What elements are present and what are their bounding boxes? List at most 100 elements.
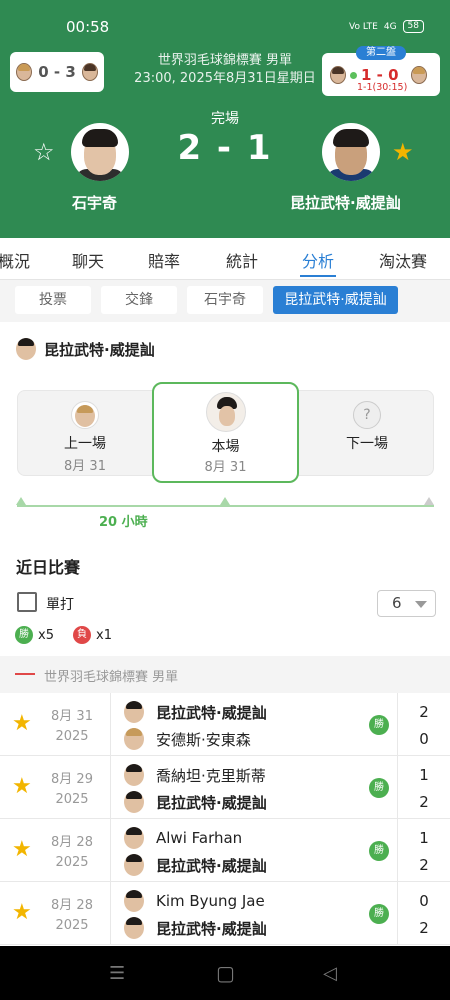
previous-match-score: 0 - 3 (38, 63, 76, 81)
tab-analysis[interactable]: 分析 (302, 248, 334, 272)
match-player2: 昆拉武特·威提訕 (124, 854, 267, 876)
tournament-header: 世界羽毛球錦標賽 男單 (0, 656, 450, 693)
favorite-star-icon[interactable]: ★ (12, 711, 32, 736)
match-date: 8月 29 2025 (51, 772, 93, 807)
match-row[interactable]: ★ 8月 28 2025 Alwi Farhan 昆拉武特·威提訕 勝 1 2 (0, 819, 450, 882)
match-date: 8月 28 2025 (51, 898, 93, 933)
tab-bar: 概況 聊天 賠率 統計 分析 淘汰賽 (0, 238, 450, 280)
match-row[interactable]: ★ 8月 28 2025 Kim Byung Jae 昆拉武特·威提訕 勝 0 2 (0, 882, 450, 945)
favorite-star-icon[interactable]: ★ (392, 140, 414, 164)
tab-chat[interactable]: 聊天 (72, 248, 104, 272)
status-time: 00:58 (66, 18, 110, 36)
singles-checkbox[interactable] (17, 592, 37, 612)
tournament-logo-icon (15, 671, 35, 677)
player-avatar (124, 917, 144, 939)
player-avatar (124, 854, 144, 876)
menu-icon[interactable]: ☰ (109, 963, 125, 984)
match-row[interactable]: ★ 8月 29 2025 喬納坦·克里斯蒂 昆拉武特·威提訕 勝 1 2 (0, 756, 450, 819)
back-icon[interactable]: ◁ (323, 963, 337, 984)
previous-match-card[interactable]: 0 - 3 (10, 52, 104, 92)
tab-overview[interactable]: 概況 (0, 248, 30, 272)
favorite-star-icon[interactable]: ★ (12, 837, 32, 862)
match-date: 8月 28 2025 (51, 835, 93, 870)
match-count-select[interactable]: 6 (377, 590, 436, 617)
system-nav-bar: ☰ ▢ ◁ (0, 946, 450, 1000)
current-match[interactable]: 本場 8月 31 (152, 382, 299, 483)
subtab-player1[interactable]: 石宇奇 (187, 286, 263, 314)
main-score: 2 - 1 (177, 128, 273, 168)
player-avatar (124, 827, 144, 849)
subtab-head-to-head[interactable]: 交鋒 (101, 286, 177, 314)
wins-count: x5 (38, 627, 54, 643)
focus-player-name: 昆拉武特·威提訕 (44, 340, 155, 359)
score-player2: 2 (419, 793, 429, 811)
event-info: 世界羽毛球錦標賽 男單 23:00, 2025年8月31日星期日 (130, 52, 320, 88)
player2-avatar[interactable] (322, 123, 380, 181)
score-player2: 2 (419, 919, 429, 937)
recent-matches-title: 近日比賽 (16, 558, 81, 577)
score-player1: 1 (419, 766, 429, 784)
score-player1: 0 (419, 892, 429, 910)
win-badge: 勝 (369, 841, 389, 861)
battery-icon: 58 (402, 20, 424, 33)
timeline-track (17, 505, 434, 507)
favorite-star-icon[interactable]: ★ (12, 900, 32, 925)
score-player1: 1 (419, 829, 429, 847)
favorite-star-icon[interactable]: ★ (12, 774, 32, 799)
score-player2: 2 (419, 856, 429, 874)
player1-avatar[interactable] (71, 123, 129, 181)
score-player1: 2 (419, 703, 429, 721)
losses-count: x1 (96, 627, 112, 643)
favorite-star-icon[interactable]: ☆ (33, 140, 55, 164)
live-match-card[interactable]: 第二盤 1 - 0 1-1(30:15) (322, 46, 440, 96)
tab-knockout[interactable]: 淘汰賽 (379, 248, 427, 272)
next-match[interactable]: ? 下一場 (302, 401, 432, 453)
match-status: 完場 (211, 111, 239, 127)
win-badge: 勝 (369, 715, 389, 735)
player-avatar (81, 63, 98, 81)
player-avatar (124, 701, 144, 723)
match-player1: 昆拉武特·威提訕 (124, 701, 267, 723)
timeline-marker (424, 497, 434, 505)
event-datetime: 23:00, 2025年8月31日星期日 (134, 71, 316, 86)
subtab-vote[interactable]: 投票 (15, 286, 91, 314)
home-icon[interactable]: ▢ (216, 961, 235, 985)
player-avatar (205, 392, 246, 432)
match-count-value: 6 (392, 594, 402, 612)
match-player1: Alwi Farhan (124, 827, 242, 849)
status-icons: Vo LTE 4G 58 (349, 20, 424, 33)
tab-odds[interactable]: 賠率 (148, 248, 180, 272)
previous-match-label: 上一場 (64, 436, 106, 452)
player2-name[interactable]: 昆拉武特·威提訕 (290, 192, 401, 213)
current-match-date: 8月 31 (204, 460, 247, 475)
player-avatar (124, 764, 144, 786)
serving-indicator-icon (350, 71, 357, 79)
losses-summary: 負 x1 (73, 626, 112, 644)
tournament-name: 世界羽毛球錦標賽 男單 (44, 670, 179, 685)
status-bar: 00:58 Vo LTE 4G 58 (0, 0, 450, 50)
tab-stats[interactable]: 統計 (226, 248, 258, 272)
match-header: 00:58 Vo LTE 4G 58 0 - 3 世界羽毛球錦標賽 男單 23:… (0, 0, 450, 238)
active-tab-indicator (300, 275, 336, 277)
match-player2: 昆拉武特·威提訕 (124, 791, 267, 813)
singles-checkbox-label[interactable]: 單打 (46, 594, 74, 614)
signal-icon: 4G (383, 21, 397, 32)
player-avatar (124, 791, 144, 813)
focus-player-header: 昆拉武特·威提訕 (16, 338, 155, 360)
score-player2: 0 (419, 730, 429, 748)
win-badge: 勝 (369, 904, 389, 924)
timeline-marker (16, 497, 26, 505)
match-row[interactable]: ★ 8月 31 2025 昆拉武特·威提訕 安德斯·安東森 勝 2 0 (0, 693, 450, 756)
chevron-down-icon (415, 601, 427, 608)
player1-name[interactable]: 石宇奇 (72, 192, 117, 213)
next-match-label: 下一場 (346, 436, 388, 452)
win-badge: 勝 (369, 778, 389, 798)
player-avatar (330, 66, 346, 84)
match-player1: Kim Byung Jae (124, 890, 265, 912)
match-player2: 昆拉武特·威提訕 (124, 917, 267, 939)
timeline-marker (220, 497, 230, 505)
loss-badge: 負 (73, 626, 91, 644)
player-avatar (124, 728, 144, 750)
previous-match[interactable]: 上一場 8月 31 (20, 401, 150, 474)
subtab-player2[interactable]: 昆拉武特·威提訕 (273, 286, 398, 314)
